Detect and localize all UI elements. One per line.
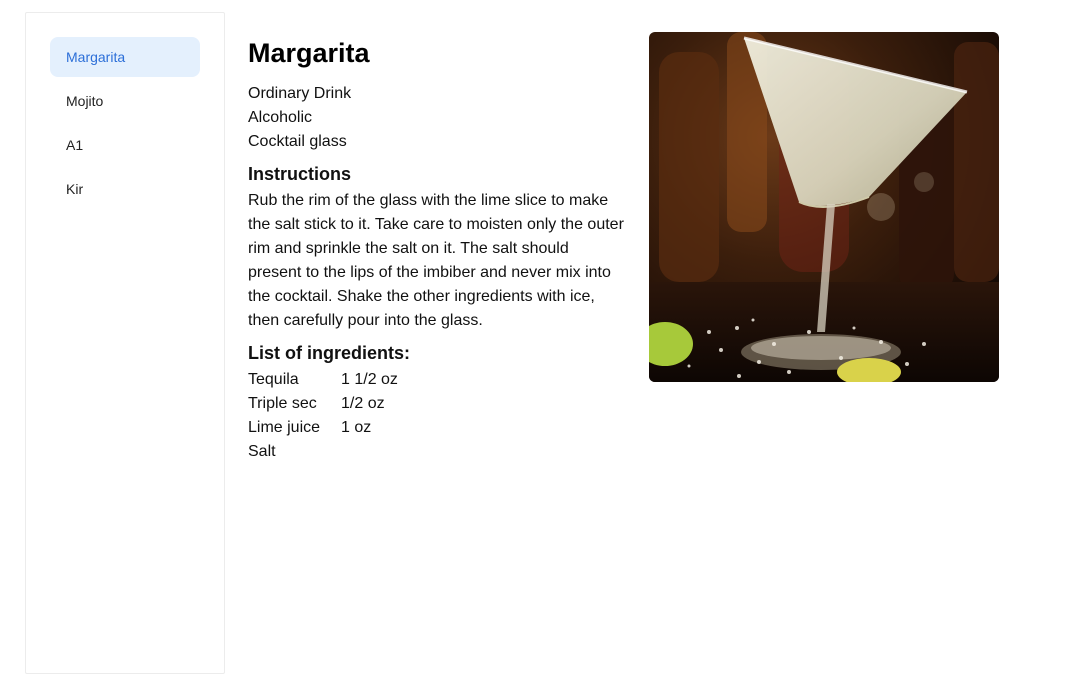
- drink-title: Margarita: [248, 38, 370, 68]
- drink-category: Ordinary Drink: [248, 85, 352, 102]
- sidebar-item-label: A1: [66, 137, 84, 153]
- instructions-text: Rub the rim of the glass with the lime s…: [248, 192, 624, 329]
- ingredient-row: Triple sec 1/2 oz: [248, 392, 398, 416]
- ingredient-name: Salt: [248, 443, 276, 460]
- drink-details: Margarita Ordinary Drink Alcoholic Cockt…: [248, 32, 628, 464]
- sidebar: Margarita Mojito A1 Kir: [25, 12, 225, 674]
- ingredient-name: Lime juice: [248, 419, 321, 436]
- sidebar-item-kir[interactable]: Kir: [50, 169, 200, 209]
- drink-meta: Ordinary Drink Alcoholic Cocktail glass: [248, 82, 628, 154]
- ingredient-row: Tequila 1 1/2 oz: [248, 368, 398, 392]
- ingredient-name: Triple sec: [248, 395, 317, 412]
- sidebar-item-label: Kir: [66, 181, 84, 197]
- instructions-heading: Instructions: [248, 164, 352, 184]
- drink-photo: [649, 32, 999, 382]
- drink-alcoholic: Alcoholic: [248, 109, 313, 126]
- ingredient-measure: 1 oz: [341, 419, 372, 436]
- sidebar-item-label: Margarita: [66, 49, 126, 65]
- drink-list: Margarita Mojito A1 Kir: [26, 13, 224, 209]
- ingredients-table: Tequila 1 1/2 oz Triple sec 1/2 oz Lime …: [248, 368, 398, 464]
- sidebar-item-a1[interactable]: A1: [50, 125, 200, 165]
- sidebar-item-label: Mojito: [66, 93, 104, 109]
- drink-glass: Cocktail glass: [248, 133, 347, 150]
- sidebar-item-mojito[interactable]: Mojito: [50, 81, 200, 121]
- ingredient-name: Tequila: [248, 371, 299, 388]
- ingredient-row: Lime juice 1 oz: [248, 416, 398, 440]
- ingredient-measure: 1/2 oz: [341, 395, 385, 412]
- ingredient-measure: 1 1/2 oz: [341, 371, 398, 388]
- ingredient-measure: [341, 440, 398, 464]
- ingredients-heading: List of ingredients:: [248, 343, 410, 363]
- margarita-glass-image: [649, 32, 999, 382]
- sidebar-item-margarita[interactable]: Margarita: [50, 37, 200, 77]
- ingredient-row: Salt: [248, 440, 398, 464]
